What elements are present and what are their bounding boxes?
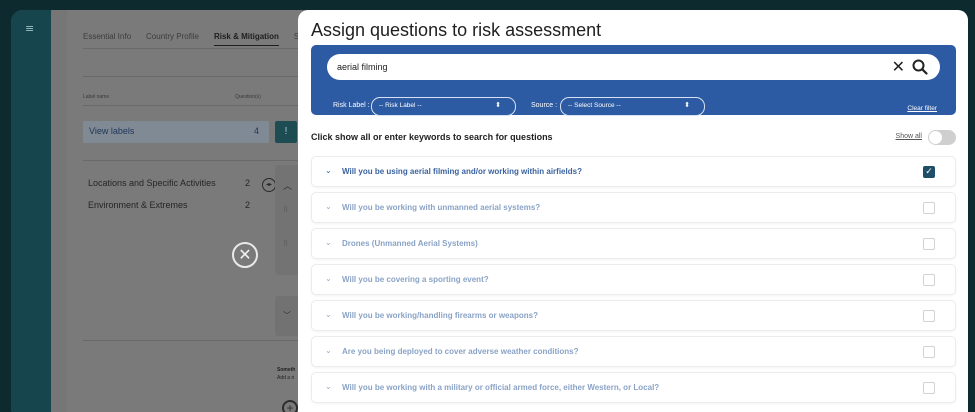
close-modal-icon[interactable]: ✕ xyxy=(232,242,258,268)
tab-divider xyxy=(83,48,302,49)
chevron-down-icon[interactable]: ⌄ xyxy=(325,382,332,391)
tab-country-profile[interactable]: Country Profile xyxy=(146,32,199,46)
question-row[interactable]: ⌄ Will you be working/handling firearms … xyxy=(311,300,956,331)
question-text: Will you be using aerial filming and/or … xyxy=(342,167,582,176)
question-checkbox[interactable] xyxy=(923,202,935,214)
question-row[interactable]: ⌄ Drones (Unmanned Aerial Systems) xyxy=(311,228,956,259)
question-row[interactable]: ⌄ Will you be working with unmanned aeri… xyxy=(311,192,956,223)
drag-handle-icon[interactable]: ⠿ xyxy=(283,240,288,248)
question-checkbox[interactable] xyxy=(923,238,935,250)
search-icon[interactable] xyxy=(912,59,928,75)
question-checkbox[interactable] xyxy=(923,310,935,322)
assign-questions-modal: Assign questions to risk assessment ✕ Ri… xyxy=(298,10,968,412)
question-list: ⌄ Will you be using aerial filming and/o… xyxy=(311,156,956,408)
show-all-toggle[interactable] xyxy=(928,130,956,145)
drag-handle-icon[interactable]: ⠿ xyxy=(283,206,288,214)
question-text: Will you be working with a military or o… xyxy=(342,383,660,392)
filter-bar: ✕ Risk Label : -- Risk Label -- ⬍ Source… xyxy=(311,45,956,116)
view-labels-label: View labels xyxy=(89,126,135,136)
header-divider xyxy=(83,105,302,106)
modal-title: Assign questions to risk assessment xyxy=(311,20,602,40)
add-section-subtitle: Add a n xyxy=(277,375,295,381)
question-row[interactable]: ⌄ Are you being deployed to cover advers… xyxy=(311,336,956,367)
source-filter-label: Source : xyxy=(531,102,558,109)
group-count: 2 xyxy=(245,200,251,210)
risk-label-select-value: -- Risk Label -- xyxy=(379,102,422,109)
question-checkbox[interactable] xyxy=(923,346,935,358)
group-count: 2 xyxy=(245,178,251,188)
search-input[interactable] xyxy=(337,59,857,75)
view-labels-count: 4 xyxy=(253,126,259,136)
add-section-title: Someth xyxy=(277,367,296,373)
risk-label-select[interactable]: -- Risk Label -- ⬍ xyxy=(371,97,516,116)
column-header-questions: Question(s) xyxy=(235,94,261,100)
view-labels-row[interactable]: View labels 4 xyxy=(83,121,269,143)
column-header-label: Label name xyxy=(83,94,110,100)
background-page: Essential Info Country Profile Risk & Mi… xyxy=(67,10,305,412)
question-row[interactable]: ⌄ Will you be working with a military or… xyxy=(311,372,956,403)
tab-bar: Essential Info Country Profile Risk & Mi… xyxy=(83,32,299,46)
search-box: ✕ xyxy=(327,54,940,80)
clear-filter-link[interactable]: Clear filter xyxy=(907,105,937,112)
tab-essential-info[interactable]: Essential Info xyxy=(83,32,131,46)
question-text: Are you being deployed to cover adverse … xyxy=(342,347,579,356)
nav-gutter xyxy=(51,10,67,412)
chevron-up-icon[interactable]: ︿ xyxy=(283,179,292,192)
group-label[interactable]: Environment & Extremes xyxy=(88,200,188,210)
question-checkbox[interactable] xyxy=(923,382,935,394)
question-text: Will you be working with unmanned aerial… xyxy=(342,203,541,212)
chevron-down-icon[interactable]: ﹀ xyxy=(283,310,291,321)
question-checkbox[interactable] xyxy=(923,274,935,286)
left-nav: ≡ xyxy=(11,10,51,412)
info-icon: ! xyxy=(275,121,297,143)
clear-search-icon[interactable]: ✕ xyxy=(892,57,905,76)
question-checkbox[interactable]: ✓ xyxy=(923,166,935,178)
question-row[interactable]: ⌄ Will you be using aerial filming and/o… xyxy=(311,156,956,187)
select-arrows-icon: ⬍ xyxy=(495,102,501,109)
source-select-value: -- Select Source -- xyxy=(568,102,621,109)
group-label[interactable]: Locations and Specific Activities xyxy=(88,178,216,188)
chevron-down-icon[interactable]: ⌄ xyxy=(325,166,332,175)
add-icon[interactable]: + xyxy=(282,400,298,412)
question-text: Drones (Unmanned Aerial Systems) xyxy=(342,239,478,248)
section-divider xyxy=(83,76,302,77)
chevron-down-icon[interactable]: ⌄ xyxy=(325,238,332,247)
tab-risk-mitigation[interactable]: Risk & Mitigation xyxy=(213,32,279,46)
chevron-down-icon[interactable]: ⌄ xyxy=(325,274,332,283)
question-row[interactable]: ⌄ Will you be covering a sporting event? xyxy=(311,264,956,295)
select-arrows-icon: ⬍ xyxy=(684,102,690,109)
chevron-down-icon[interactable]: ⌄ xyxy=(325,310,332,319)
chevron-down-icon[interactable]: ⌄ xyxy=(325,202,332,211)
show-all-label[interactable]: Show all xyxy=(896,133,922,140)
menu-icon[interactable]: ≡ xyxy=(25,22,34,35)
source-select[interactable]: -- Select Source -- ⬍ xyxy=(560,97,705,116)
risk-label-filter-label: Risk Label : xyxy=(333,102,370,109)
chevron-down-icon[interactable]: ⌄ xyxy=(325,346,332,355)
question-text: Will you be covering a sporting event? xyxy=(342,275,489,284)
question-text: Will you be working/handling firearms or… xyxy=(342,311,538,320)
search-hint: Click show all or enter keywords to sear… xyxy=(311,132,553,142)
add-section-text: Someth Add a n xyxy=(277,366,295,382)
